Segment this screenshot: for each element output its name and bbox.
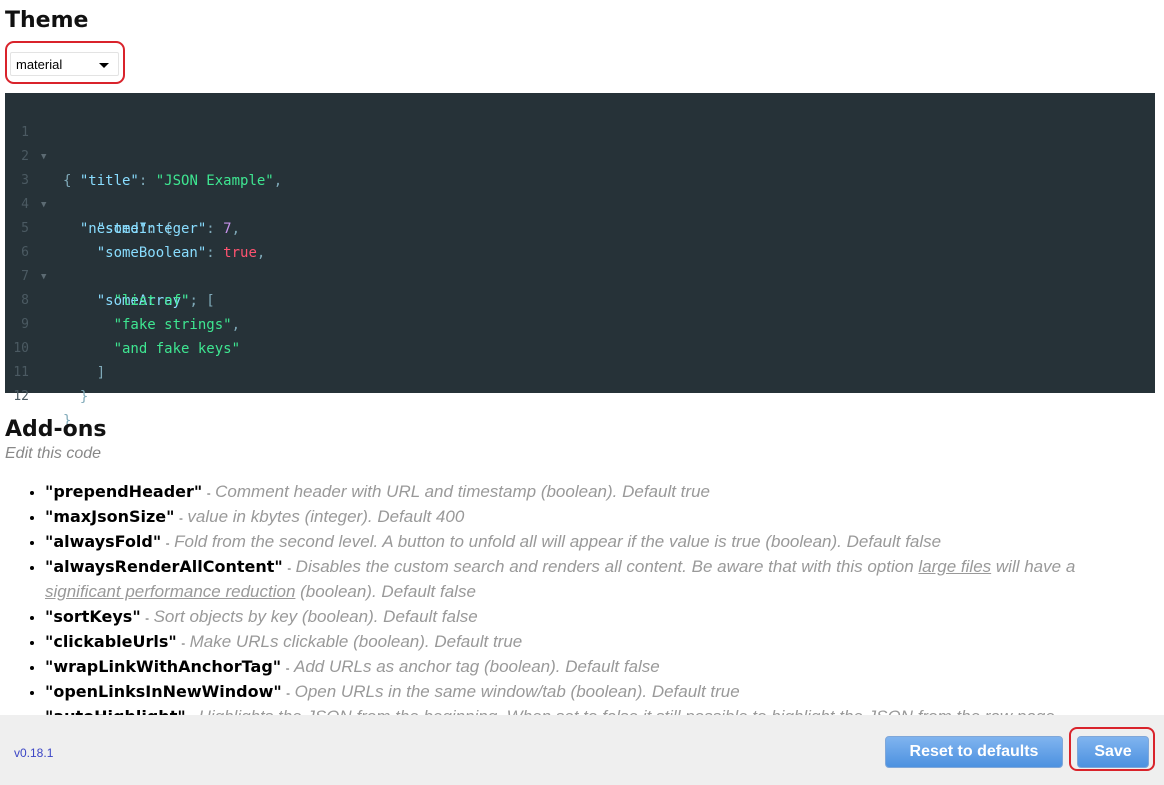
code-text: } (79, 389, 89, 405)
code-line: 4 "someInteger": 7, (5, 169, 1155, 237)
options-page: Theme material 1 ▼ { 2 "title": "JSON Ex… (0, 0, 1164, 715)
code-line: 5 "someBoolean": true, (5, 193, 1155, 261)
code-line: 9 "and fake keys" (5, 289, 1155, 357)
chevron-down-icon[interactable] (99, 63, 109, 68)
theme-dropdown[interactable]: material (10, 52, 119, 76)
line-number: 12 (13, 389, 29, 404)
code-line: 12 } (5, 361, 1155, 429)
version-label: v0.18.1 (14, 746, 54, 760)
list-item: "alwaysFold" - Fold from the second leve… (45, 530, 1155, 555)
option-name: "autoHighlight" (45, 707, 186, 715)
theme-dropdown-value: material (16, 57, 63, 72)
list-item: "alwaysRenderAllContent" - Disables the … (45, 555, 1155, 605)
list-item: "prependHeader" - Comment header with UR… (45, 480, 1155, 505)
list-item: "maxJsonSize" - value in kbytes (integer… (45, 505, 1155, 530)
code-line: 1 ▼ { (5, 97, 1155, 189)
addons-heading: Add-ons (5, 417, 107, 442)
footer-bar: v0.18.1 Reset to defaults Save (0, 715, 1164, 785)
option-name: "alwaysFold" (45, 532, 162, 551)
option-name: "maxJsonSize" (45, 507, 175, 526)
addons-subtitle: Edit this code (5, 445, 102, 462)
code-line: 11 } (5, 337, 1155, 405)
code-line: 10 ] (5, 313, 1155, 381)
option-description: Sort objects by key (boolean). Default f… (153, 607, 478, 626)
option-name: "alwaysRenderAllContent" (45, 557, 283, 576)
option-description: Make URLs clickable (boolean). Default t… (189, 632, 523, 651)
code-line: 6 ▼ "someArray": [ (5, 217, 1155, 309)
option-description: Fold from the second level. A button to … (174, 532, 942, 551)
option-name: "sortKeys" (45, 607, 141, 626)
addons-option-list: "prependHeader" - Comment header with UR… (26, 480, 1155, 715)
list-item: "openLinksInNewWindow" - Open URLs in th… (45, 680, 1155, 705)
option-description: Highlights the JSON from the beginning. … (199, 707, 1055, 715)
option-name: "prependHeader" (45, 482, 203, 501)
option-description: Open URLs in the same window/tab (boolea… (294, 682, 740, 701)
list-item: "sortKeys" - Sort objects by key (boolea… (45, 605, 1155, 630)
theme-select-highlight: material (5, 41, 125, 84)
code-editor[interactable]: 1 ▼ { 2 "title": "JSON Example", 3 ▼ "ne… (5, 93, 1155, 429)
option-name: "wrapLinkWithAnchorTag" (45, 657, 282, 676)
option-name: "clickableUrls" (45, 632, 177, 651)
option-description: Add URLs as anchor tag (boolean). Defaul… (294, 657, 660, 676)
large-files-link[interactable]: large files (918, 557, 991, 576)
option-description: value in kbytes (integer). Default 400 (187, 507, 465, 526)
option-name: "openLinksInNewWindow" (45, 682, 282, 701)
save-button-highlight: Save (1069, 727, 1155, 771)
theme-heading: Theme (5, 8, 89, 33)
list-item: "autoHighlight" - Highlights the JSON fr… (45, 705, 1155, 715)
list-item: "clickableUrls" - Make URLs clickable (b… (45, 630, 1155, 655)
code-line: 8 "fake strings", (5, 265, 1155, 333)
code-line: 3 ▼ "nested": { (5, 145, 1155, 237)
performance-reduction-link[interactable]: significant performance reduction (45, 582, 295, 601)
option-description: Comment header with URL and timestamp (b… (215, 482, 710, 501)
code-line: 7 "list of", (5, 241, 1155, 309)
save-button[interactable]: Save (1077, 736, 1149, 768)
code-line: 2 "title": "JSON Example", (5, 121, 1155, 189)
reset-to-defaults-button[interactable]: Reset to defaults (885, 736, 1063, 768)
list-item: "wrapLinkWithAnchorTag" - Add URLs as an… (45, 655, 1155, 680)
